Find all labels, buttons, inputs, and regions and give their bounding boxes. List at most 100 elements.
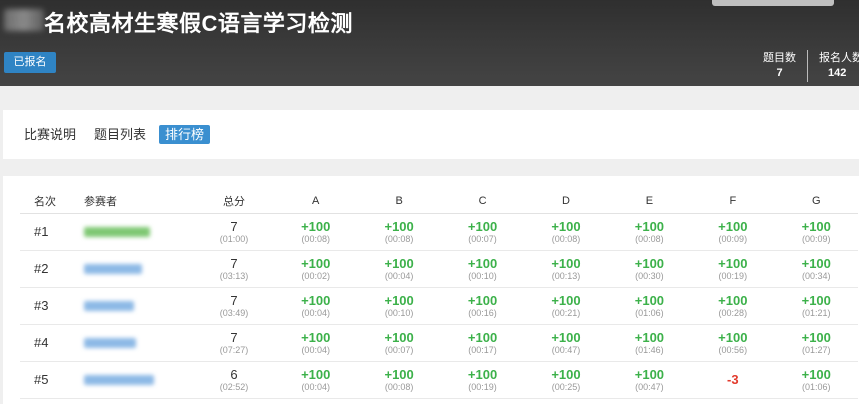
blurred-participant-name[interactable] [84,226,150,237]
problem-time: (00:56) [718,344,748,355]
total-penalty-time: (01:00) [219,233,249,244]
problem-time: (00:28) [718,307,748,318]
problem-f-cell: +100 (00:56) [691,324,775,362]
leaderboard-panel: 名次 参赛者 总分 A B C D E F G #1 7 (01:00) +100 (0… [3,176,859,404]
problem-score: +100 [801,292,831,308]
contest-tabs: 比赛说明 题目列表 排行榜 [3,110,859,159]
problem-time: (00:04) [301,381,330,392]
header-problem-d: D [524,188,608,214]
problem-c-cell: +100 (00:10) [440,250,525,288]
problem-time: (00:17) [468,344,497,355]
header-problem-a: A [274,188,358,214]
problem-score: +100 [634,218,665,234]
total-penalty-time: (02:52) [219,381,249,392]
rank-number: #3 [34,298,49,313]
registrant-count-label: 报名人数 [819,52,859,64]
leaderboard-row: #3 7 (03:49) +100 (00:04) +100 (00:10) +100 (00:… [20,287,858,325]
problem-time: (00:08) [384,381,414,392]
header-problem-c: C [440,188,525,214]
total-score-cell: 6 (02:52) [194,361,274,399]
participant-cell[interactable] [84,213,194,251]
problem-c-cell: +100 (00:07) [440,213,525,251]
problem-score: +100 [301,292,331,308]
problem-score: +100 [301,366,331,382]
header-participant: 参赛者 [84,188,194,214]
problem-time: (00:04) [301,344,330,355]
problem-time: (00:09) [718,233,748,244]
problem-score: +100 [551,292,581,308]
rank-number: #5 [34,372,49,387]
contest-stats: 题目数 7 报名人数 142 [753,50,859,82]
problem-b-cell: +100 (00:10) [357,287,441,325]
problem-score: +100 [384,218,414,234]
problem-d-cell: +100 (00:21) [524,287,608,325]
problem-score: +100 [551,218,581,234]
total-solved: 7 [230,292,238,308]
problem-score: +100 [718,329,748,345]
participant-cell[interactable] [84,324,194,362]
problem-time: (00:08) [635,233,664,244]
total-score-cell: 7 (03:13) [194,250,274,288]
leaderboard-row: #4 7 (07:27) +100 (00:04) +100 (00:07) +100 (00:… [20,324,858,362]
rank-cell: #4 [20,324,84,362]
participant-cell[interactable] [84,287,194,325]
problem-score: +100 [467,218,498,234]
problem-b-cell: +100 (00:08) [357,213,441,251]
total-score-cell: 7 (03:49) [194,287,274,325]
blurred-participant-name[interactable] [84,300,134,311]
blurred-participant-name[interactable] [84,337,136,348]
problem-b-cell: +100 (00:08) [357,361,441,399]
rank-cell: #2 [20,250,84,288]
problem-time: (00:08) [301,233,330,244]
rank-number: #2 [34,261,49,276]
problem-b-cell: +100 (00:07) [357,324,441,362]
problem-score: +100 [634,329,665,345]
total-penalty-time: (03:13) [219,270,249,281]
problem-count-label: 题目数 [763,52,796,64]
problem-c-cell: +100 (00:16) [440,287,525,325]
problem-e-cell: +100 (00:30) [607,250,692,288]
problem-f-cell: +100 (00:09) [691,213,775,251]
problem-a-cell: +100 (00:04) [274,361,358,399]
problem-score: +100 [718,255,748,271]
total-solved: 7 [230,329,238,345]
blurred-participant-name[interactable] [84,374,154,385]
problem-time: (00:10) [384,307,414,318]
contest-header: 名校高材生寒假C语言学习检测 已报名 题目数 7 报名人数 142 [0,0,859,86]
problem-score: +100 [551,329,581,345]
problem-g-cell: +100 (01:06) [774,361,858,399]
problem-score: +100 [718,292,748,308]
participant-cell[interactable] [84,361,194,399]
problem-time: (00:34) [802,270,831,281]
problem-b-cell: +100 (00:04) [357,250,441,288]
blurred-participant-name[interactable] [84,263,142,274]
header-problem-e: E [607,188,692,214]
problem-score: +100 [467,366,498,382]
problem-time: (00:16) [468,307,497,318]
problem-d-cell: +100 (00:08) [524,213,608,251]
problem-d-cell: +100 (00:25) [524,361,608,399]
participant-cell[interactable] [84,250,194,288]
registered-button[interactable]: 已报名 [4,52,56,73]
problem-score: +100 [301,255,331,271]
problem-f-cell: +100 (00:28) [691,287,775,325]
problem-time: (01:21) [802,307,831,318]
problem-e-cell: +100 (01:46) [607,324,692,362]
header-problem-b: B [357,188,441,214]
problem-g-cell: +100 (00:34) [774,250,858,288]
problem-time: (00:02) [301,270,330,281]
problem-time: (00:13) [551,270,581,281]
registrant-count-stat: 报名人数 142 [808,50,859,82]
problem-score: +100 [467,255,498,271]
problem-score: +100 [467,292,498,308]
problem-score: +100 [384,292,414,308]
problem-time: (00:09) [802,233,831,244]
top-action-button[interactable] [712,0,834,6]
problem-e-cell: +100 (01:06) [607,287,692,325]
rank-number: #4 [34,335,49,350]
tab-problem-list[interactable]: 题目列表 [94,125,146,144]
problem-time: (00:47) [551,344,581,355]
tab-leaderboard[interactable]: 排行榜 [159,125,211,144]
tab-contest-description[interactable]: 比赛说明 [24,125,76,144]
problem-e-cell: +100 (00:47) [607,361,692,399]
